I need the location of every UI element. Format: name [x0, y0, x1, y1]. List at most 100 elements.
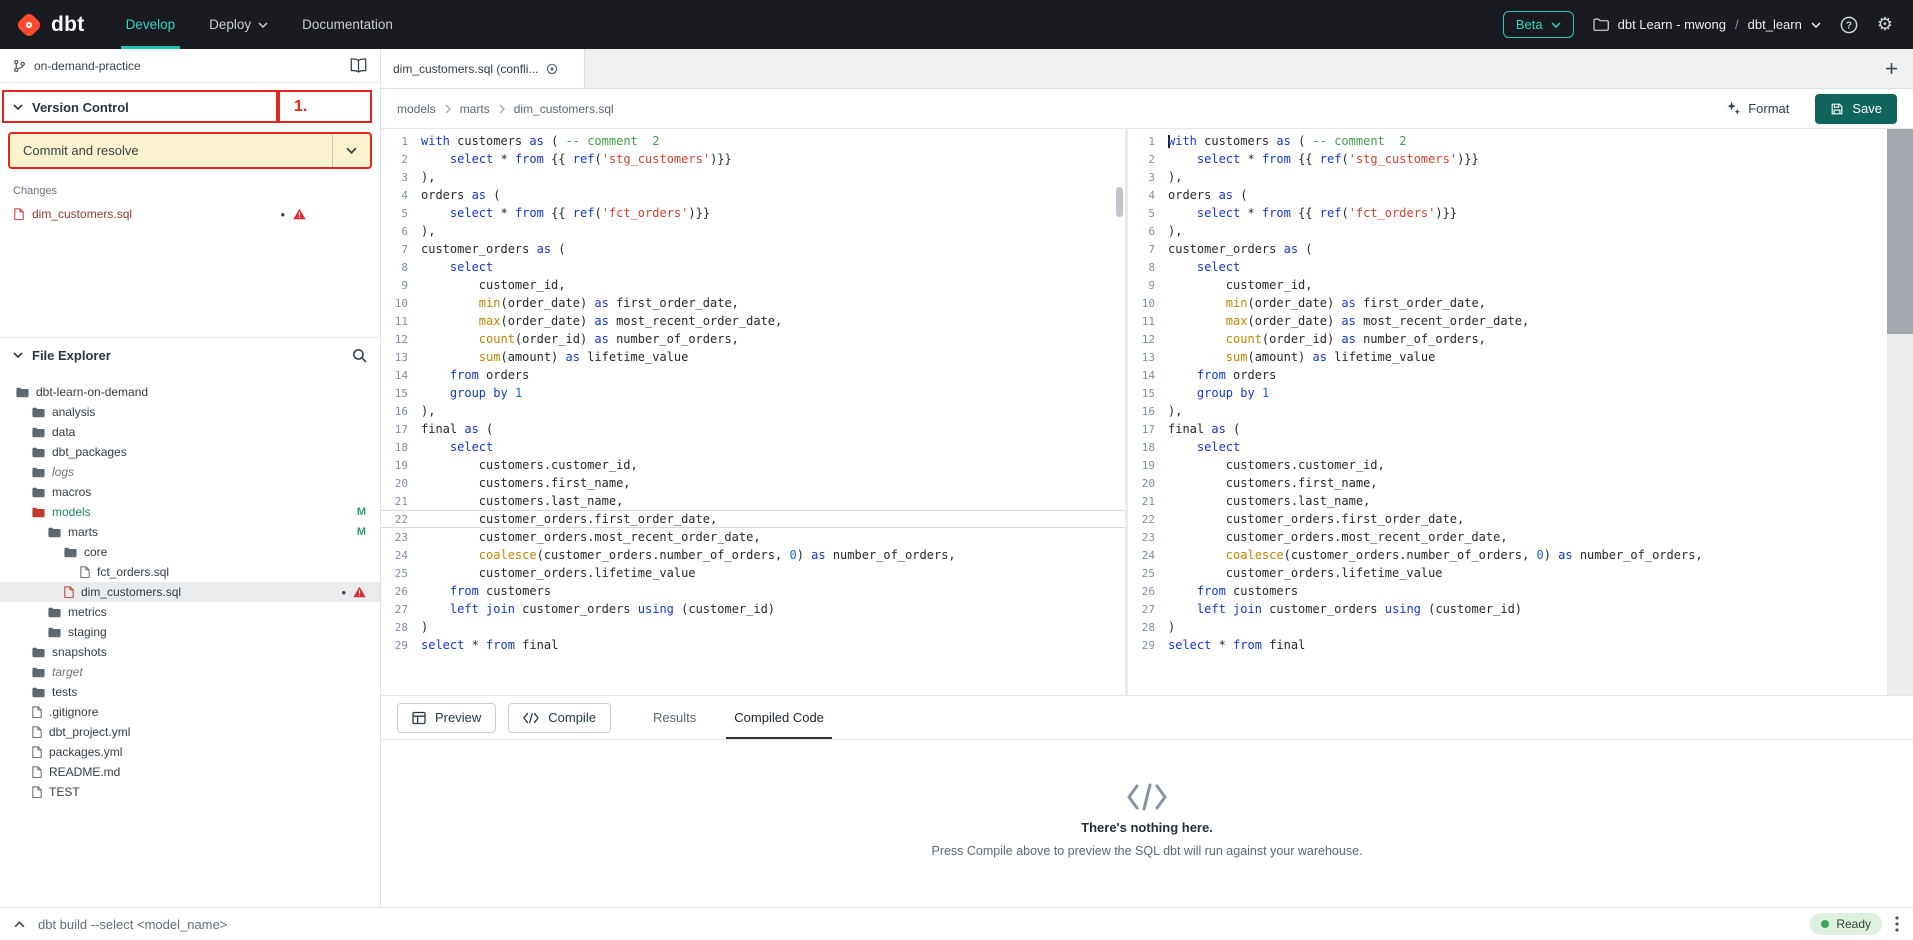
code-line-2[interactable]: 2 select * from {{ ref('stg_customers')}… — [381, 150, 1125, 168]
commit-options-chevron[interactable] — [332, 134, 370, 167]
code-line-19[interactable]: 19 customers.customer_id, — [381, 456, 1125, 474]
code-line-23[interactable]: 23 customer_orders.most_recent_order_dat… — [1128, 528, 1887, 546]
code-line-11[interactable]: 11 max(order_date) as most_recent_order_… — [381, 312, 1125, 330]
nav-item-develop[interactable]: Develop — [109, 0, 193, 49]
code-line-6[interactable]: 6), — [381, 222, 1125, 240]
tree-item-README.md[interactable]: README.md — [0, 762, 380, 782]
tree-item-logs[interactable]: logs — [0, 462, 380, 482]
code-line-29[interactable]: 29select * from final — [381, 636, 1125, 654]
nav-item-documentation[interactable]: Documentation — [285, 0, 410, 49]
code-line-3[interactable]: 3), — [381, 168, 1125, 186]
code-line-16[interactable]: 16), — [1128, 402, 1887, 420]
dbt-brand[interactable]: dbt — [0, 0, 109, 49]
code-line-21[interactable]: 21 customers.last_name, — [381, 492, 1125, 510]
new-tab-plus-icon[interactable] — [1869, 49, 1913, 88]
tree-item-dbt-learn-on-demand[interactable]: dbt-learn-on-demand — [0, 382, 380, 402]
tree-item-macros[interactable]: macros — [0, 482, 380, 502]
code-line-27[interactable]: 27 left join customer_orders using (cust… — [1128, 600, 1887, 618]
tree-item-snapshots[interactable]: snapshots — [0, 642, 380, 662]
version-control-header[interactable]: Version Control — [0, 92, 380, 122]
tree-item-TEST[interactable]: TEST — [0, 782, 380, 802]
code-line-17[interactable]: 17final as ( — [381, 420, 1125, 438]
save-button[interactable]: Save — [1815, 94, 1897, 124]
code-line-12[interactable]: 12 count(order_id) as number_of_orders, — [381, 330, 1125, 348]
code-line-21[interactable]: 21 customers.last_name, — [1128, 492, 1887, 510]
tree-item-core[interactable]: core — [0, 542, 380, 562]
nav-item-deploy[interactable]: Deploy — [192, 0, 285, 49]
tree-item-tests[interactable]: tests — [0, 682, 380, 702]
code-line-16[interactable]: 16), — [381, 402, 1125, 420]
preview-button[interactable]: Preview — [397, 703, 496, 733]
code-line-19[interactable]: 19 customers.customer_id, — [1128, 456, 1887, 474]
commit-and-resolve-button[interactable]: Commit and resolve — [8, 132, 372, 169]
code-line-27[interactable]: 27 left join customer_orders using (cust… — [381, 600, 1125, 618]
code-line-4[interactable]: 4orders as ( — [381, 186, 1125, 204]
code-line-10[interactable]: 10 min(order_date) as first_order_date, — [381, 294, 1125, 312]
command-input[interactable]: dbt build --select <model_name> — [38, 917, 227, 932]
code-line-2[interactable]: 2 select * from {{ ref('stg_customers')}… — [1128, 150, 1887, 168]
tree-item-metrics[interactable]: metrics — [0, 602, 380, 622]
code-line-25[interactable]: 25 customer_orders.lifetime_value — [1128, 564, 1887, 582]
code-line-23[interactable]: 23 customer_orders.most_recent_order_dat… — [381, 528, 1125, 546]
file-explorer-header[interactable]: File Explorer — [0, 338, 380, 372]
compile-button[interactable]: Compile — [508, 703, 611, 733]
code-line-17[interactable]: 17final as ( — [1128, 420, 1887, 438]
code-line-13[interactable]: 13 sum(amount) as lifetime_value — [381, 348, 1125, 366]
tree-item-target[interactable]: target — [0, 662, 380, 682]
editor-pane-right[interactable]: 1with customers as ( -- comment 22 selec… — [1128, 129, 1887, 695]
branch-selector[interactable]: on-demand-practice — [0, 49, 380, 83]
code-line-20[interactable]: 20 customers.first_name, — [381, 474, 1125, 492]
code-line-15[interactable]: 15 group by 1 — [381, 384, 1125, 402]
book-icon[interactable] — [350, 58, 367, 73]
code-line-12[interactable]: 12 count(order_id) as number_of_orders, — [1128, 330, 1887, 348]
code-line-1[interactable]: 1with customers as ( -- comment 2 — [381, 132, 1125, 150]
code-line-4[interactable]: 4orders as ( — [1128, 186, 1887, 204]
code-line-11[interactable]: 11 max(order_date) as most_recent_order_… — [1128, 312, 1887, 330]
code-line-7[interactable]: 7customer_orders as ( — [1128, 240, 1887, 258]
code-line-20[interactable]: 20 customers.first_name, — [1128, 474, 1887, 492]
code-line-26[interactable]: 26 from customers — [1128, 582, 1887, 600]
code-line-28[interactable]: 28) — [1128, 618, 1887, 636]
code-line-5[interactable]: 5 select * from {{ ref('fct_orders')}} — [1128, 204, 1887, 222]
code-line-3[interactable]: 3), — [1128, 168, 1887, 186]
account-project-selector[interactable]: dbt Learn - mwong / dbt_learn — [1593, 17, 1821, 32]
tree-item-dbt_project.yml[interactable]: dbt_project.yml — [0, 722, 380, 742]
code-line-9[interactable]: 9 customer_id, — [381, 276, 1125, 294]
tree-item-dim_customers.sql[interactable]: dim_customers.sql• — [0, 582, 380, 602]
code-line-8[interactable]: 8 select — [381, 258, 1125, 276]
tree-item-models[interactable]: modelsM — [0, 502, 380, 522]
code-line-28[interactable]: 28) — [381, 618, 1125, 636]
code-line-24[interactable]: 24 coalesce(customer_orders.number_of_or… — [381, 546, 1125, 564]
search-icon[interactable] — [352, 348, 367, 363]
code-line-14[interactable]: 14 from orders — [1128, 366, 1887, 384]
code-line-5[interactable]: 5 select * from {{ ref('fct_orders')}} — [381, 204, 1125, 222]
tree-item-fct_orders.sql[interactable]: fct_orders.sql — [0, 562, 380, 582]
editor-scrollbar-track[interactable] — [1887, 129, 1913, 695]
left-pane-scrollbar[interactable] — [1116, 187, 1123, 217]
code-line-18[interactable]: 18 select — [381, 438, 1125, 456]
code-line-9[interactable]: 9 customer_id, — [1128, 276, 1887, 294]
code-line-29[interactable]: 29select * from final — [1128, 636, 1887, 654]
code-line-6[interactable]: 6), — [1128, 222, 1887, 240]
editor-pane-left[interactable]: 1with customers as ( -- comment 22 selec… — [381, 129, 1125, 695]
code-line-8[interactable]: 8 select — [1128, 258, 1887, 276]
format-button[interactable]: Format — [1726, 101, 1789, 116]
code-line-26[interactable]: 26 from customers — [381, 582, 1125, 600]
tab-results[interactable]: Results — [645, 696, 704, 739]
code-line-25[interactable]: 25 customer_orders.lifetime_value — [381, 564, 1125, 582]
editor-scrollbar-thumb[interactable] — [1887, 129, 1913, 334]
tab-compiled-code[interactable]: Compiled Code — [726, 696, 832, 739]
tree-item-dbt_packages[interactable]: dbt_packages — [0, 442, 380, 462]
code-line-14[interactable]: 14 from orders — [381, 366, 1125, 384]
tree-item-analysis[interactable]: analysis — [0, 402, 380, 422]
code-line-1[interactable]: 1with customers as ( -- comment 2 — [1128, 132, 1887, 150]
kebab-menu-icon[interactable] — [1895, 916, 1899, 932]
tree-item-marts[interactable]: martsM — [0, 522, 380, 542]
chevron-up-icon[interactable] — [14, 921, 25, 928]
tab-dim-customers[interactable]: dim_customers.sql (confli... — [381, 49, 585, 88]
tree-item-.gitignore[interactable]: .gitignore — [0, 702, 380, 722]
tree-item-staging[interactable]: staging — [0, 622, 380, 642]
code-line-18[interactable]: 18 select — [1128, 438, 1887, 456]
beta-toggle[interactable]: Beta — [1503, 11, 1574, 38]
code-line-22[interactable]: 22 customer_orders.first_order_date, — [381, 510, 1125, 528]
